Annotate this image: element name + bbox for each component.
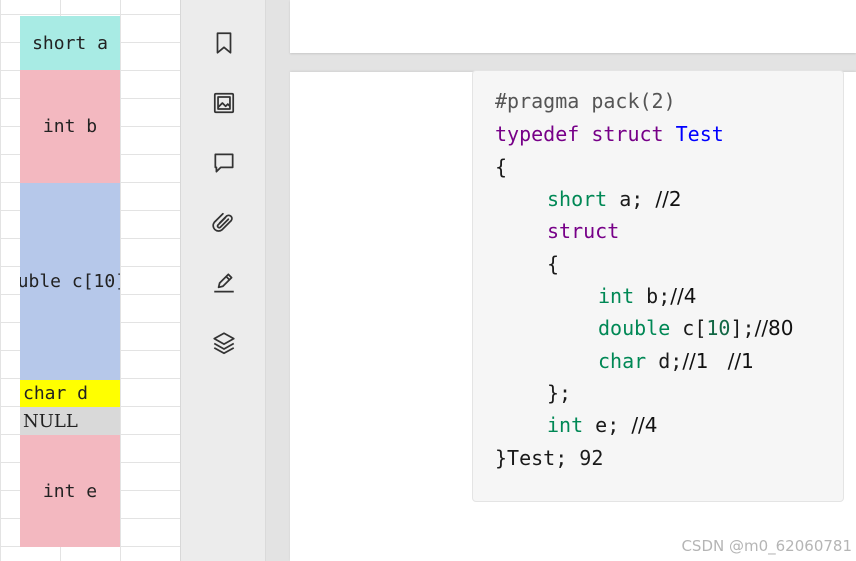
cell-char-d[interactable]: char d — [20, 380, 120, 407]
identifier: e; — [595, 413, 620, 437]
brace: { — [547, 252, 560, 276]
identifier: b; — [646, 284, 671, 308]
struct-end: }Test; 92 — [495, 446, 604, 470]
keyword: struct — [547, 219, 620, 243]
layers-icon — [213, 332, 235, 355]
code-block: #pragma pack(2) typedef struct Test { sh… — [472, 70, 844, 502]
spreadsheet-panel: short a int b double c[10] char d NULL i… — [0, 0, 180, 561]
code-line-9: char d;//1 //1 — [598, 347, 754, 375]
identifier: d; — [658, 349, 683, 373]
sign-button[interactable] — [208, 267, 240, 299]
type: double — [598, 316, 671, 340]
paperclip-icon — [212, 212, 233, 232]
code-line-2: typedef struct Test — [495, 120, 724, 148]
watermark: CSDN @m0_62060781 — [681, 537, 852, 555]
document-viewport[interactable]: #pragma pack(2) typedef struct Test { sh… — [266, 0, 856, 561]
image-icon — [213, 92, 235, 114]
code-line-10: }; — [547, 379, 571, 407]
comment: //2 — [655, 187, 682, 211]
cell-label: int e — [42, 480, 98, 502]
brace: { — [495, 155, 508, 179]
side-toolbar — [180, 0, 266, 561]
page-previous — [290, 0, 856, 53]
comment-button[interactable] — [208, 147, 240, 179]
struct-name: Test — [675, 122, 724, 146]
code-line-7: int b;//4 — [598, 282, 696, 310]
preprocessor-directive: #pragma pack(2) — [495, 89, 676, 113]
type: short — [547, 187, 608, 211]
code-line-3: { — [495, 153, 507, 181]
bookmark-icon — [216, 32, 232, 54]
image-button[interactable] — [208, 87, 240, 119]
comment-icon — [214, 153, 234, 173]
code-line-4: short a; //2 — [547, 185, 682, 213]
pen-icon — [214, 273, 234, 293]
type: int — [598, 284, 635, 308]
cell-int-b[interactable]: int b — [20, 70, 120, 183]
keyword: typedef — [495, 122, 580, 146]
code-line-11: int e; //4 — [547, 411, 658, 439]
comment: //1 //1 — [682, 349, 754, 373]
cell-label: short a — [32, 32, 108, 54]
keyword: struct — [591, 122, 664, 146]
punctuation: ]; — [730, 316, 755, 340]
code-line-1: #pragma pack(2) — [495, 87, 676, 115]
cell-label: int b — [42, 116, 98, 137]
identifier: c[ — [682, 316, 707, 340]
layers-button[interactable] — [208, 327, 240, 359]
comment: //4 — [631, 413, 658, 437]
code-line-12: }Test; 92 — [495, 444, 603, 472]
bookmark-button[interactable] — [208, 27, 240, 59]
number: 10 — [706, 316, 731, 340]
brace: }; — [547, 381, 572, 405]
code-line-8: double c[10];//80 — [598, 314, 794, 342]
type: int — [547, 413, 584, 437]
code-line-6: { — [547, 250, 559, 278]
cell-label: NULL — [23, 410, 78, 432]
cell-label: char d — [23, 383, 89, 404]
comment: //80 — [754, 316, 794, 340]
cell-null[interactable]: NULL — [20, 407, 120, 435]
comment: //4 — [670, 284, 697, 308]
cell-short-a[interactable]: short a — [20, 16, 120, 70]
cell-label: double c[10] — [20, 271, 120, 292]
code-line-5: struct — [547, 217, 619, 245]
cell-int-e[interactable]: int e — [20, 435, 120, 547]
type: char — [598, 349, 647, 373]
identifier: a; — [619, 187, 644, 211]
cell-double-c[interactable]: double c[10] — [20, 183, 120, 380]
attachment-button[interactable] — [208, 207, 240, 239]
